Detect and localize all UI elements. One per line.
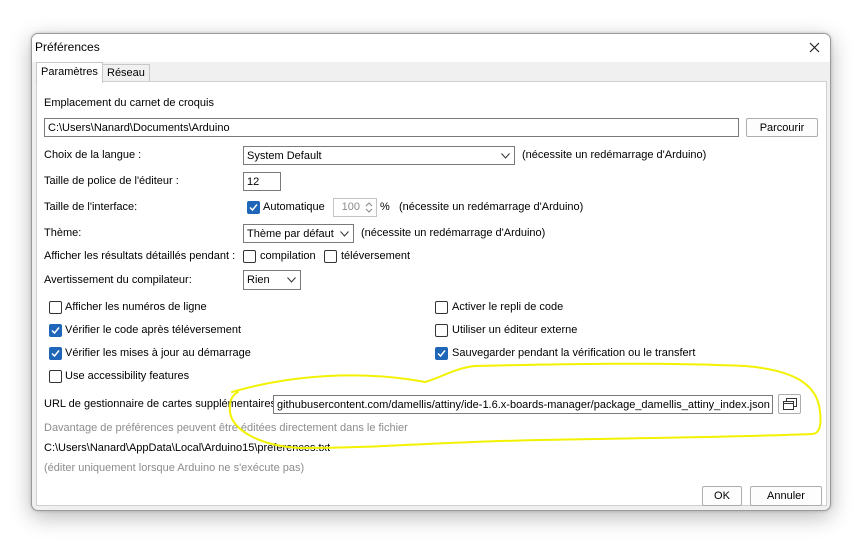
save-on-verify-checkbox[interactable] [435, 347, 448, 360]
edit-urls-button[interactable] [778, 394, 801, 414]
checkmark-icon [51, 350, 60, 358]
verbose-upload-label: téléversement [341, 250, 411, 262]
boards-url-label: URL de gestionnaire de cartes supplément… [44, 398, 276, 410]
chevron-down-icon [340, 231, 349, 237]
check-updates-checkbox[interactable] [49, 347, 62, 360]
theme-select[interactable]: Thème par défaut [243, 224, 354, 243]
font-size-label: Taille de police de l'éditeur : [44, 175, 179, 187]
language-note: (nécessite un redémarrage d'Arduino) [522, 149, 707, 161]
language-label: Choix de la langue : [44, 149, 142, 161]
external-editor-checkbox[interactable] [435, 324, 448, 337]
warnings-value: Rien [247, 274, 270, 286]
checkmark-icon [437, 350, 446, 358]
accessibility-checkbox[interactable] [49, 370, 62, 383]
code-folding-label: Activer le repli de code [452, 301, 564, 313]
verify-after-upload-label: Vérifier le code après téléversement [65, 324, 242, 336]
verbose-label: Afficher les résultats détaillés pendant… [44, 250, 236, 262]
theme-note: (nécessite un redémarrage d'Arduino) [361, 227, 546, 239]
auto-scale-checkbox[interactable] [247, 201, 260, 214]
close-button[interactable] [798, 34, 830, 60]
tab-reseau[interactable]: Réseau [102, 64, 150, 82]
warnings-select[interactable]: Rien [243, 270, 301, 290]
sketchbook-label: Emplacement du carnet de croquis [44, 97, 214, 109]
verbose-compile-label: compilation [260, 250, 316, 262]
boards-url-input[interactable]: githubusercontent.com/damellis/attiny/id… [273, 395, 773, 414]
more-prefs-note: Davantage de préférences peuvent être éd… [44, 422, 408, 434]
preferences-dialog: Préférences Paramètres Réseau Emplacemen… [31, 33, 831, 511]
tab-parametres[interactable]: Paramètres [36, 62, 103, 83]
external-editor-label: Utiliser un éditeur externe [452, 324, 578, 336]
save-on-verify-label: Sauvegarder pendant la vérification ou l… [452, 347, 696, 359]
scale-spinner[interactable]: 100 [333, 198, 377, 217]
verbose-compile-checkbox[interactable] [243, 250, 256, 263]
title-bar: Préférences [32, 34, 830, 62]
language-value: System Default [247, 150, 322, 162]
line-numbers-label: Afficher les numéros de ligne [65, 301, 207, 313]
accessibility-label: Use accessibility features [65, 370, 190, 382]
checkmark-icon [51, 327, 60, 335]
theme-value: Thème par défaut [247, 228, 334, 240]
settings-panel: Emplacement du carnet de croquis C:\User… [36, 81, 827, 506]
code-folding-checkbox[interactable] [435, 301, 448, 314]
sketchbook-path-input[interactable]: C:\Users\Nanard\Documents\Arduino [44, 118, 739, 137]
auto-scale-label: Automatique [263, 201, 325, 213]
font-size-input[interactable]: 12 [243, 172, 281, 191]
window-list-icon [782, 398, 797, 410]
warnings-label: Avertissement du compilateur: [44, 274, 192, 286]
prefs-file-path: C:\Users\Nanard\AppData\Local\Arduino15\… [44, 442, 331, 454]
check-updates-label: Vérifier les mises à jour au démarrage [65, 347, 251, 359]
checkmark-icon [249, 204, 258, 212]
chevron-down-icon [501, 153, 510, 159]
browse-button[interactable]: Parcourir [746, 118, 818, 137]
ok-button[interactable]: OK [702, 486, 742, 506]
verify-after-upload-checkbox[interactable] [49, 324, 62, 337]
close-icon [809, 42, 819, 52]
interface-scale-label: Taille de l'interface: [44, 201, 138, 213]
scale-unit: % [380, 201, 390, 213]
window-title: Préférences [35, 40, 100, 54]
spinner-arrows-icon [365, 202, 373, 213]
scale-value: 100 [341, 201, 360, 213]
edit-note: (éditer uniquement lorsque Arduino ne s'… [44, 462, 305, 474]
chevron-down-icon [287, 277, 296, 283]
line-numbers-checkbox[interactable] [49, 301, 62, 314]
cancel-button[interactable]: Annuler [750, 486, 822, 506]
theme-label: Thème: [44, 227, 82, 239]
scale-note: (nécessite un redémarrage d'Arduino) [399, 201, 584, 213]
verbose-upload-checkbox[interactable] [324, 250, 337, 263]
language-select[interactable]: System Default [243, 146, 515, 165]
